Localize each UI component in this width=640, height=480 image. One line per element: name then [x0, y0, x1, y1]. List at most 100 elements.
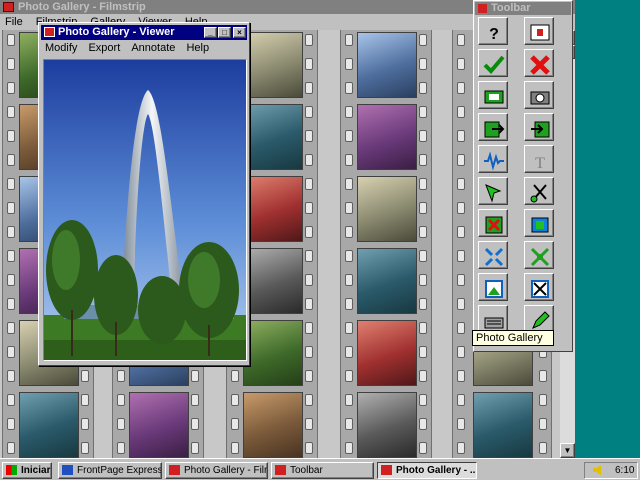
thumbnail[interactable] — [243, 32, 303, 98]
scroll-down-button[interactable]: ▼ — [560, 443, 575, 458]
task-label: Photo Gallery - Films... — [184, 465, 267, 476]
viewer-title-bar[interactable]: Photo Gallery - Viewer _ □ × — [41, 25, 247, 40]
menu-modify[interactable]: Modify — [41, 41, 81, 56]
arch-photo — [44, 60, 246, 360]
frame-icon — [485, 280, 503, 298]
sprocket-hole — [305, 250, 313, 262]
tool-frame-button[interactable] — [478, 273, 508, 301]
windows-logo-icon — [6, 465, 17, 475]
clock[interactable]: 6:10 — [615, 463, 634, 478]
tool-import-button[interactable] — [478, 113, 508, 141]
sprocket-hole — [419, 250, 427, 262]
sprocket-hole — [419, 418, 427, 430]
sprocket-hole — [305, 154, 313, 166]
thumbnail[interactable] — [357, 320, 417, 386]
thumbnail[interactable] — [357, 176, 417, 242]
tool-camera-button[interactable] — [524, 81, 554, 109]
sprocket-hole — [191, 370, 199, 382]
delete-icon — [530, 55, 550, 75]
thumbnail[interactable] — [243, 104, 303, 170]
sprocket-hole — [231, 418, 239, 430]
sprocket-hole — [81, 370, 89, 382]
menu-export[interactable]: Export — [84, 41, 124, 56]
task-frontpage[interactable]: FrontPage Express ... — [58, 462, 162, 479]
toolbar-title-bar[interactable]: Toolbar — [475, 2, 571, 15]
sprocket-hole — [345, 274, 353, 286]
task-label: Photo Gallery - ... — [396, 465, 477, 476]
task-viewer[interactable]: Photo Gallery - ... — [377, 462, 477, 479]
tool-shrink-button[interactable] — [478, 241, 508, 269]
start-button[interactable]: Iniciar — [2, 462, 52, 479]
sprocket-hole — [191, 394, 199, 406]
tool-scissors-button[interactable] — [524, 177, 554, 205]
sprocket-hole — [419, 58, 427, 70]
tool-help-button[interactable]: ? — [478, 17, 508, 45]
tool-remove-button[interactable] — [478, 209, 508, 237]
menu-file[interactable]: File — [0, 14, 28, 30]
maximize-button[interactable]: □ — [218, 27, 231, 38]
thumbnail[interactable] — [243, 176, 303, 242]
viewer-menubar: Modify Export Annotate Help — [41, 41, 247, 56]
task-toolbar[interactable]: Toolbar — [271, 462, 374, 479]
sprocket-hole — [457, 250, 465, 262]
tool-crop-button[interactable] — [524, 209, 554, 237]
tool-delete-button[interactable] — [524, 49, 554, 77]
sprocket-hole — [81, 394, 89, 406]
sprocket-hole — [305, 178, 313, 190]
sprocket-hole — [345, 418, 353, 430]
volume-icon[interactable] — [593, 465, 601, 475]
tool-scanner-button[interactable] — [478, 305, 508, 333]
menu-annotate[interactable]: Annotate — [127, 41, 179, 56]
sprocket-hole — [345, 370, 353, 382]
sprocket-hole — [345, 250, 353, 262]
thumbnail[interactable] — [19, 392, 79, 458]
sprocket-hole — [457, 394, 465, 406]
thumbnail[interactable] — [357, 104, 417, 170]
export-icon — [531, 121, 550, 138]
sprocket-hole — [539, 442, 547, 454]
film-strip — [340, 30, 432, 458]
tool-expand-button[interactable] — [524, 241, 554, 269]
tool-waveform-button[interactable] — [478, 145, 508, 173]
tool-pointer-button[interactable] — [478, 177, 508, 205]
sprocket-hole — [305, 274, 313, 286]
tool-edit-button[interactable] — [524, 305, 554, 333]
sprocket-hole — [7, 442, 15, 454]
sprocket-hole — [7, 82, 15, 94]
thumbnail[interactable] — [243, 320, 303, 386]
tool-slideshow-button[interactable] — [524, 17, 554, 45]
sprocket-hole — [419, 178, 427, 190]
sprocket-hole — [457, 346, 465, 358]
thumbnail[interactable] — [357, 32, 417, 98]
thumbnail[interactable] — [357, 248, 417, 314]
thumbnail[interactable] — [243, 392, 303, 458]
menu-help[interactable]: Help — [182, 41, 213, 56]
sprocket-hole — [419, 202, 427, 214]
task-label: FrontPage Express ... — [77, 465, 162, 476]
sprocket-hole — [305, 442, 313, 454]
thumbnail[interactable] — [473, 392, 533, 458]
task-filmstrip[interactable]: Photo Gallery - Films... — [165, 462, 268, 479]
sprocket-hole — [457, 322, 465, 334]
sprocket-hole — [419, 106, 427, 118]
thumbnail[interactable] — [129, 392, 189, 458]
tool-frame-cut-button[interactable] — [524, 273, 554, 301]
close-button[interactable]: × — [233, 27, 246, 38]
sprocket-hole — [305, 130, 313, 142]
sprocket-hole — [345, 178, 353, 190]
thumbnail[interactable] — [357, 392, 417, 458]
thumbnail[interactable] — [243, 248, 303, 314]
tool-export-button[interactable] — [524, 113, 554, 141]
tool-text-button[interactable]: T — [524, 145, 554, 173]
tool-accept-button[interactable] — [478, 49, 508, 77]
tool-film-button[interactable] — [478, 81, 508, 109]
sprocket-hole — [539, 418, 547, 430]
sprocket-hole — [305, 202, 313, 214]
film-icon — [484, 90, 504, 104]
minimize-button[interactable]: _ — [204, 27, 217, 38]
sprocket-hole — [305, 370, 313, 382]
app-icon — [3, 2, 14, 12]
slideshow-icon — [530, 24, 550, 41]
sprocket-hole — [305, 394, 313, 406]
help-icon: ? — [489, 26, 499, 43]
